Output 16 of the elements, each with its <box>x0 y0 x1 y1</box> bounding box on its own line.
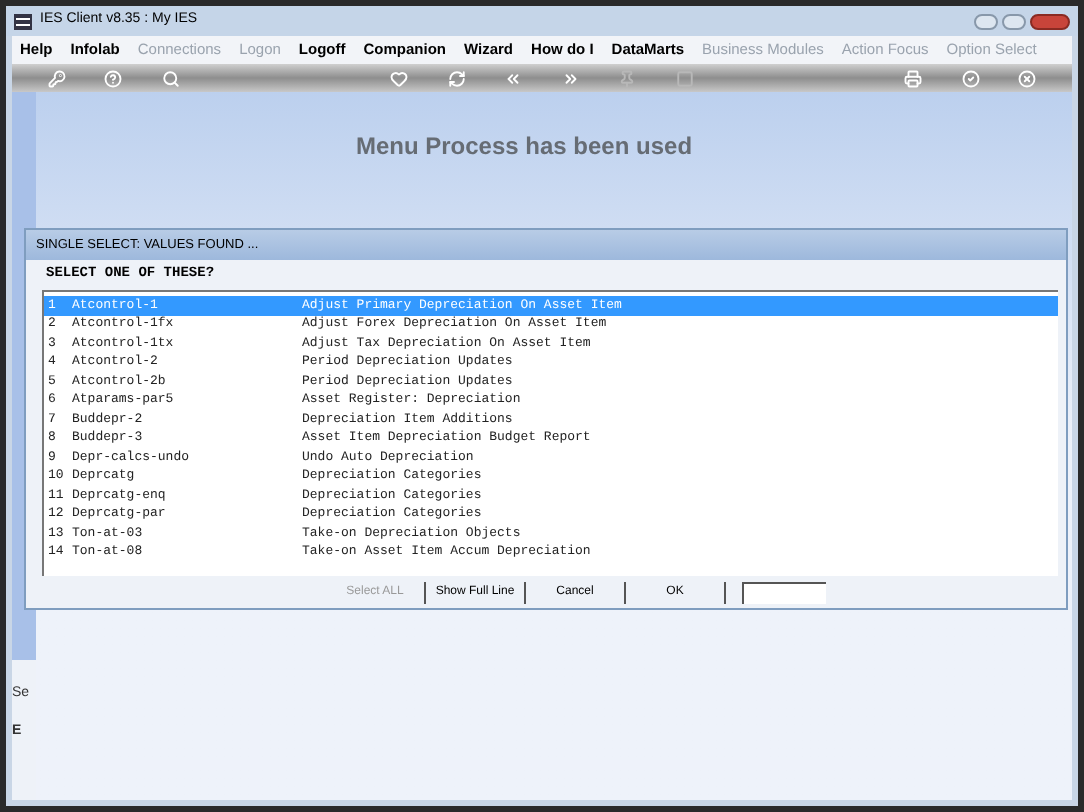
minimize-button[interactable] <box>974 13 998 29</box>
check-icon[interactable] <box>961 69 980 87</box>
refresh-icon[interactable] <box>447 69 466 87</box>
double-left-icon[interactable] <box>504 69 523 87</box>
heart-icon[interactable] <box>390 69 409 87</box>
page-heading: Menu Process has been used <box>355 130 693 164</box>
key-icon[interactable] <box>47 69 66 87</box>
help-icon[interactable] <box>104 69 123 87</box>
search-icon[interactable] <box>161 69 180 87</box>
double-right-icon[interactable] <box>561 69 580 87</box>
printer-icon[interactable] <box>904 69 923 87</box>
close-icon[interactable] <box>1018 69 1037 87</box>
input-field[interactable] <box>742 581 826 603</box>
maximize-button[interactable] <box>1002 13 1026 29</box>
app-icon <box>14 13 32 29</box>
close-button[interactable] <box>1030 13 1070 29</box>
